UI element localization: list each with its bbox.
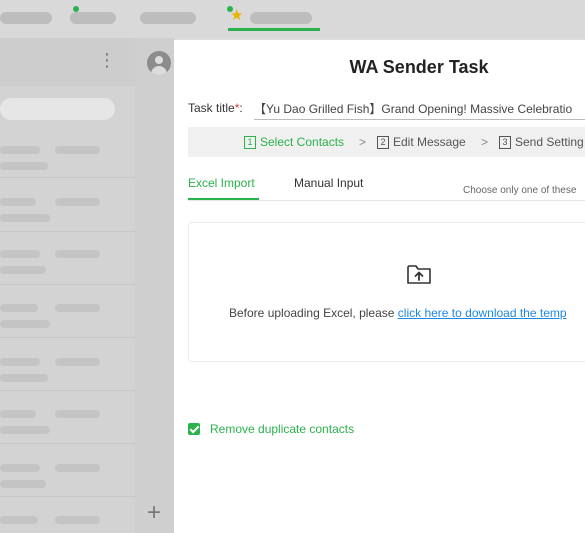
task-title-label: Task title*:	[188, 101, 243, 115]
remove-duplicates-checkbox[interactable]	[188, 423, 200, 435]
chat-row-placeholder	[55, 516, 100, 524]
side-rail	[135, 38, 175, 533]
chat-row-placeholder	[0, 480, 46, 488]
chat-row-placeholder	[55, 198, 100, 206]
chat-row-placeholder	[0, 304, 38, 312]
step-send-setting[interactable]: 3 Send Setting	[499, 135, 584, 150]
chat-row-placeholder	[0, 198, 36, 206]
excel-upload-area[interactable]: Before uploading Excel, please click her…	[188, 222, 585, 362]
chat-row-placeholder	[0, 146, 40, 154]
step-select-contacts[interactable]: 1 Select Contacts	[244, 135, 344, 150]
remove-duplicates-label: Remove duplicate contacts	[210, 422, 355, 436]
avatar-icon[interactable]	[147, 51, 171, 75]
active-tab-indicator	[228, 28, 320, 31]
divider	[0, 231, 135, 232]
chat-row-placeholder	[55, 464, 100, 472]
divider	[0, 496, 135, 497]
divider	[0, 443, 135, 444]
divider	[0, 390, 135, 391]
browser-tab[interactable]	[140, 12, 196, 24]
chat-row-placeholder	[0, 516, 38, 524]
upload-icon	[407, 265, 431, 284]
chat-row-placeholder	[0, 250, 40, 258]
upload-instructions: Before uploading Excel, please click her…	[229, 306, 567, 320]
tab-hint: Choose only one of these	[463, 185, 577, 196]
dialog-title: WA Sender Task	[349, 57, 489, 77]
wa-sender-task-dialog: WA Sender Task Task title*: 【Yu Dao Gril…	[174, 40, 585, 533]
divider	[0, 177, 135, 178]
chat-row-placeholder	[0, 358, 40, 366]
chat-row-placeholder	[0, 162, 48, 170]
chat-row-placeholder	[55, 250, 100, 258]
step-edit-message[interactable]: 2 Edit Message	[377, 135, 466, 150]
browser-tab-active[interactable]	[250, 12, 312, 24]
divider	[0, 284, 135, 285]
chat-row-placeholder	[55, 358, 100, 366]
divider	[0, 337, 135, 338]
chat-row-placeholder	[0, 410, 36, 418]
chat-row-placeholder	[55, 304, 100, 312]
chat-row-placeholder	[55, 410, 100, 418]
tabs-divider	[188, 200, 585, 201]
chat-list-panel: ⋮	[0, 38, 135, 533]
chat-list-header: ⋮	[0, 38, 135, 86]
star-icon: ★	[230, 7, 244, 24]
download-template-link[interactable]: click here to download the temp	[398, 306, 567, 320]
more-vertical-icon[interactable]: ⋮	[98, 50, 116, 70]
tab-manual-input[interactable]: Manual Input	[294, 176, 363, 190]
tab-excel-import[interactable]: Excel Import	[188, 176, 255, 190]
browser-tab[interactable]	[70, 12, 116, 24]
step-bar: 1 Select Contacts > 2 Edit Message > 3 Send…	[188, 127, 585, 157]
chat-search-input[interactable]	[0, 98, 115, 120]
chat-row-placeholder	[0, 426, 50, 434]
chat-row-placeholder	[55, 146, 100, 154]
chat-row-placeholder	[0, 214, 50, 222]
plus-icon[interactable]: +	[147, 500, 161, 526]
chat-row-placeholder	[0, 374, 48, 382]
browser-tab-strip: ★	[0, 0, 585, 38]
chat-row-placeholder	[0, 266, 46, 274]
chat-row-placeholder	[0, 464, 40, 472]
chevron-right-icon: >	[359, 135, 367, 149]
task-title-input[interactable]: 【Yu Dao Grilled Fish】Grand Opening! Mass…	[254, 100, 585, 120]
browser-tab[interactable]	[0, 12, 52, 24]
chat-row-placeholder	[0, 320, 50, 328]
chevron-right-icon: >	[481, 135, 489, 149]
